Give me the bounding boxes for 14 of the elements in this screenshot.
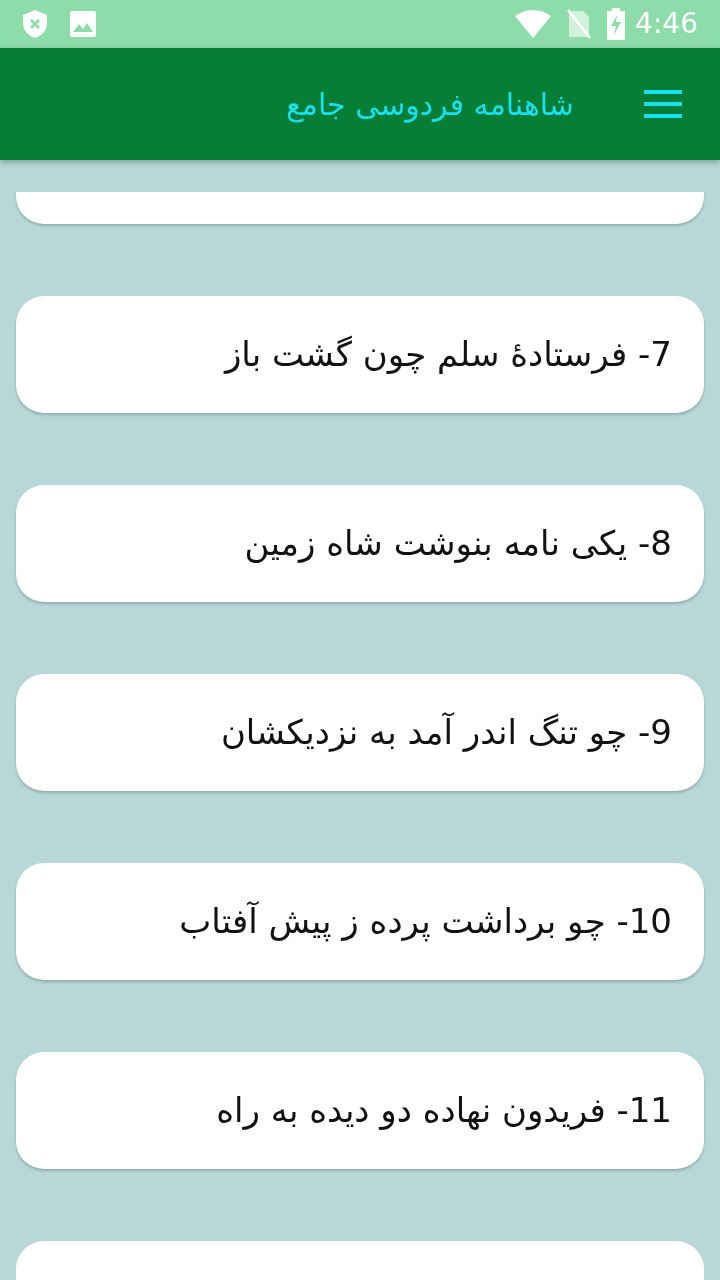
list-card[interactable]: 7- فرستادهٔ سلم چون گشت باز <box>16 296 704 413</box>
image-icon <box>70 11 96 37</box>
menu-button[interactable] <box>644 90 682 118</box>
app-title: شاهنامه فردوسی جامع <box>285 85 574 125</box>
list-card[interactable]: 8- یکی نامه بنوشت شاه زمین <box>16 485 704 602</box>
clock: 4:46 <box>635 6 698 42</box>
wifi-icon <box>515 10 552 38</box>
list-card[interactable]: 10- چو برداشت پرده ز پیش آفتاب <box>16 863 704 980</box>
battery-charging-icon <box>607 8 626 40</box>
list-card[interactable] <box>16 192 704 224</box>
list-card[interactable]: 9- چو تنگ اندر آمد به نزدیکشان <box>16 674 704 791</box>
list-card[interactable]: 11- فریدون نهاده دو دیده به راه <box>16 1052 704 1169</box>
no-sim-icon <box>567 9 592 39</box>
shield-icon <box>22 9 48 39</box>
